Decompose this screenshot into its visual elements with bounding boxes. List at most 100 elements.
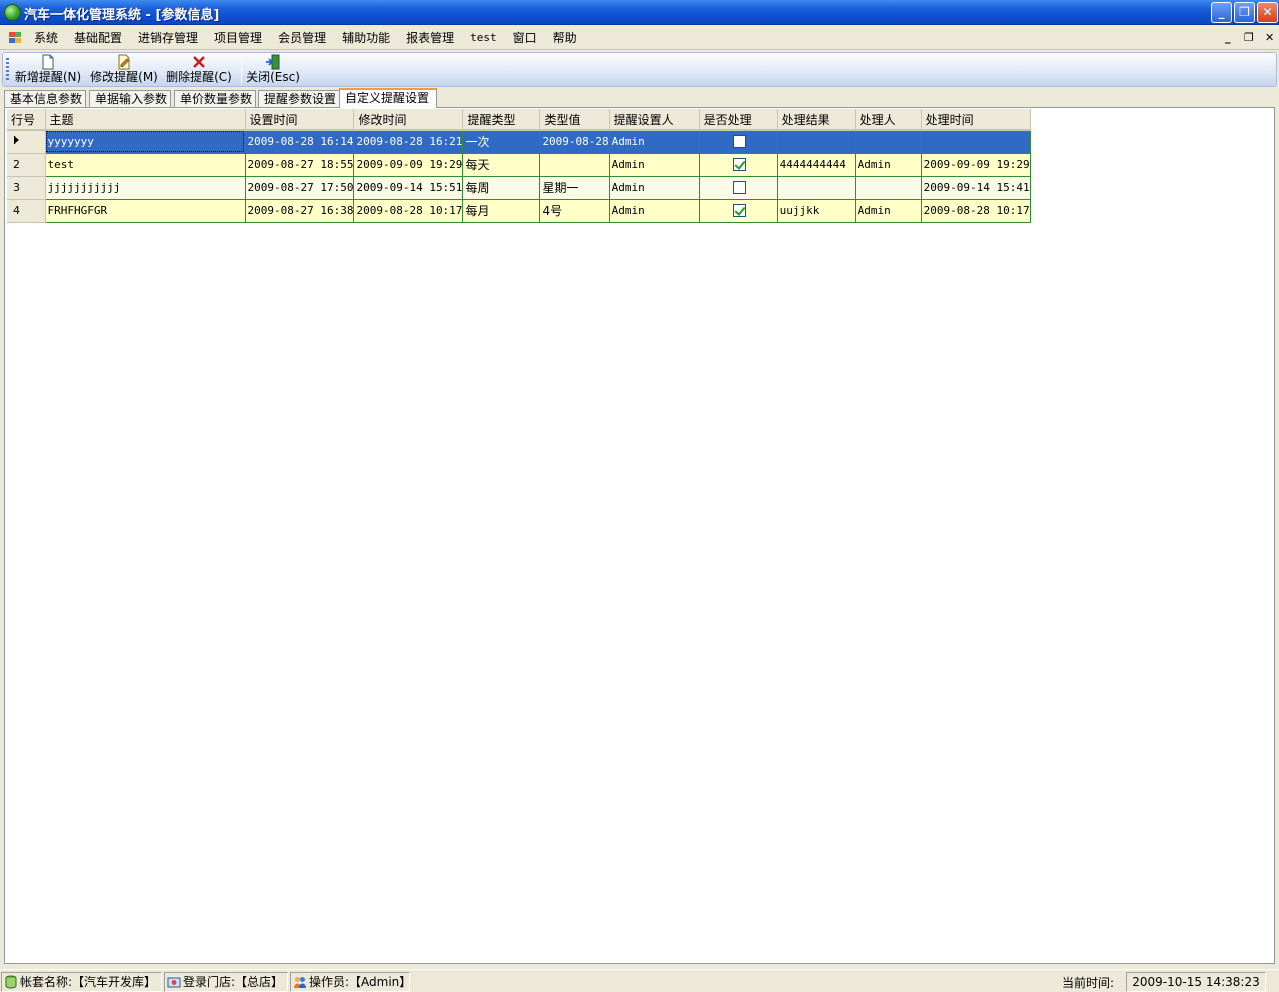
cell-handled[interactable] — [699, 153, 777, 176]
row-pointer[interactable] — [7, 130, 45, 153]
col-header-handled[interactable]: 是否处理 — [699, 109, 777, 130]
cell-handled[interactable] — [699, 199, 777, 222]
cell-set-time[interactable]: 2009-08-28 16:14 — [245, 130, 354, 153]
handled-checkbox[interactable] — [733, 135, 746, 148]
cell-setter[interactable]: Admin — [609, 176, 699, 199]
tab-basic-info[interactable]: 基本信息参数 — [4, 90, 86, 108]
tab-reminder-params[interactable]: 提醒参数设置 — [258, 90, 340, 108]
col-header-setter[interactable]: 提醒设置人 — [609, 109, 699, 130]
close-window-button[interactable]: ✕ — [1257, 2, 1278, 23]
close-tab-button[interactable]: 关闭(Esc) — [245, 54, 301, 86]
tab-document-input[interactable]: 单据输入参数 — [89, 90, 171, 108]
cell-type[interactable]: 一次 — [463, 130, 540, 153]
menu-reports[interactable]: 报表管理 — [398, 30, 462, 46]
cell-type[interactable]: 每周 — [463, 176, 540, 199]
col-header-type[interactable]: 提醒类型 — [463, 109, 540, 130]
menu-window[interactable]: 窗口 — [505, 30, 545, 46]
cell-handled[interactable] — [699, 176, 777, 199]
menu-tools[interactable]: 辅助功能 — [334, 30, 398, 46]
table-row[interactable]: 2 test 2009-08-27 18:55 2009-09-09 19:29… — [7, 153, 1030, 176]
cell-handler[interactable]: Admin — [855, 153, 921, 176]
col-header-handler[interactable]: 处理人 — [855, 109, 921, 130]
cell-result[interactable]: uujjkk — [777, 199, 855, 222]
mdi-child-icon[interactable] — [9, 32, 22, 44]
current-time-value: 2009-10-15 14:38:23 — [1126, 972, 1266, 992]
table-row[interactable]: 3 jjjjjjjjjjj 2009-08-27 17:50 2009-09-1… — [7, 176, 1030, 199]
edit-document-icon — [116, 54, 132, 70]
cell-handle-time[interactable]: 2009-09-09 19:29 — [921, 153, 1030, 176]
col-header-result[interactable]: 处理结果 — [777, 109, 855, 130]
cell-mod-time[interactable]: 2009-09-14 15:51 — [354, 176, 463, 199]
row-number[interactable]: 2 — [7, 153, 45, 176]
col-header-subject[interactable]: 主题 — [45, 109, 245, 130]
table-row[interactable]: 4 FRHFHGFGR 2009-08-27 16:38 2009-08-28 … — [7, 199, 1030, 222]
cell-handler[interactable]: Admin — [855, 199, 921, 222]
cell-type-value[interactable] — [540, 153, 609, 176]
handled-checkbox[interactable] — [733, 181, 746, 194]
col-header-set-time[interactable]: 设置时间 — [245, 109, 354, 130]
cell-setter[interactable]: Admin — [609, 199, 699, 222]
menu-inventory[interactable]: 进销存管理 — [130, 30, 206, 46]
mdi-close-button[interactable]: ✕ — [1265, 31, 1274, 44]
col-header-mod-time[interactable]: 修改时间 — [354, 109, 463, 130]
cell-result[interactable]: 4444444444 — [777, 153, 855, 176]
cell-type[interactable]: 每天 — [463, 153, 540, 176]
cell-subject[interactable]: yyyyyyy — [45, 130, 245, 153]
cell-type-value[interactable]: 星期一 — [540, 176, 609, 199]
cell-mod-time[interactable]: 2009-08-28 16:21 — [354, 130, 463, 153]
cell-setter[interactable]: Admin — [609, 130, 699, 153]
handled-checkbox[interactable] — [733, 204, 746, 217]
new-document-icon — [40, 54, 56, 70]
handled-checkbox[interactable] — [733, 158, 746, 171]
cell-handler[interactable] — [855, 176, 921, 199]
add-reminder-button[interactable]: 新增提醒(N) — [13, 54, 83, 86]
restore-button[interactable]: ❐ — [1234, 2, 1255, 23]
menu-help[interactable]: 帮助 — [545, 30, 585, 46]
cell-result[interactable] — [777, 176, 855, 199]
current-row-pointer-icon — [13, 135, 21, 145]
cell-subject[interactable]: FRHFHGFGR — [45, 199, 245, 222]
mdi-minimize-button[interactable]: _ — [1225, 31, 1231, 44]
store-icon — [167, 975, 181, 989]
table-row[interactable]: yyyyyyy 2009-08-28 16:14 2009-08-28 16:2… — [7, 130, 1030, 153]
col-header-row-no[interactable]: 行号 — [7, 109, 45, 130]
tab-custom-reminders[interactable]: 自定义提醒设置 — [339, 88, 437, 108]
cell-handle-time[interactable]: 2009-08-28 10:17 — [921, 199, 1030, 222]
exit-door-icon — [265, 54, 281, 70]
cell-setter[interactable]: Admin — [609, 153, 699, 176]
col-header-type-value[interactable]: 类型值 — [540, 109, 609, 130]
delete-reminder-button[interactable]: 删除提醒(C) — [164, 54, 234, 86]
cell-result[interactable] — [777, 130, 855, 153]
current-time-label: 当前时间: — [1062, 974, 1114, 991]
minimize-button[interactable]: _ — [1211, 2, 1232, 23]
cell-handled[interactable] — [699, 130, 777, 153]
status-operator: 操作员:【Admin】 — [290, 972, 410, 992]
add-reminder-label: 新增提醒(N) — [13, 70, 83, 84]
row-number[interactable]: 3 — [7, 176, 45, 199]
cell-type-value[interactable]: 4号 — [540, 199, 609, 222]
cell-mod-time[interactable]: 2009-09-09 19:29 — [354, 153, 463, 176]
row-number[interactable]: 4 — [7, 199, 45, 222]
cell-subject[interactable]: test — [45, 153, 245, 176]
cell-handler[interactable] — [855, 130, 921, 153]
menu-base-config[interactable]: 基础配置 — [66, 30, 130, 46]
menu-projects[interactable]: 项目管理 — [206, 30, 270, 46]
toolbar-grip[interactable] — [6, 58, 9, 82]
cell-set-time[interactable]: 2009-08-27 17:50 — [245, 176, 354, 199]
cell-mod-time[interactable]: 2009-08-28 10:17 — [354, 199, 463, 222]
menu-system[interactable]: 系统 — [34, 30, 66, 46]
cell-set-time[interactable]: 2009-08-27 16:38 — [245, 199, 354, 222]
cell-type-value[interactable]: 2009-08-28 — [540, 130, 609, 153]
grid-header-row: 行号 主题 设置时间 修改时间 提醒类型 类型值 提醒设置人 是否处理 处理结果… — [7, 109, 1030, 130]
col-header-handle-time[interactable]: 处理时间 — [921, 109, 1030, 130]
menu-members[interactable]: 会员管理 — [270, 30, 334, 46]
mdi-restore-button[interactable]: ❐ — [1244, 31, 1254, 44]
cell-type[interactable]: 每月 — [463, 199, 540, 222]
menu-test[interactable]: test — [462, 30, 505, 46]
cell-handle-time[interactable] — [921, 130, 1030, 153]
cell-subject[interactable]: jjjjjjjjjjj — [45, 176, 245, 199]
tab-price-quantity[interactable]: 单价数量参数 — [174, 90, 256, 108]
cell-handle-time[interactable]: 2009-09-14 15:41 — [921, 176, 1030, 199]
edit-reminder-button[interactable]: 修改提醒(M) — [89, 54, 159, 86]
cell-set-time[interactable]: 2009-08-27 18:55 — [245, 153, 354, 176]
